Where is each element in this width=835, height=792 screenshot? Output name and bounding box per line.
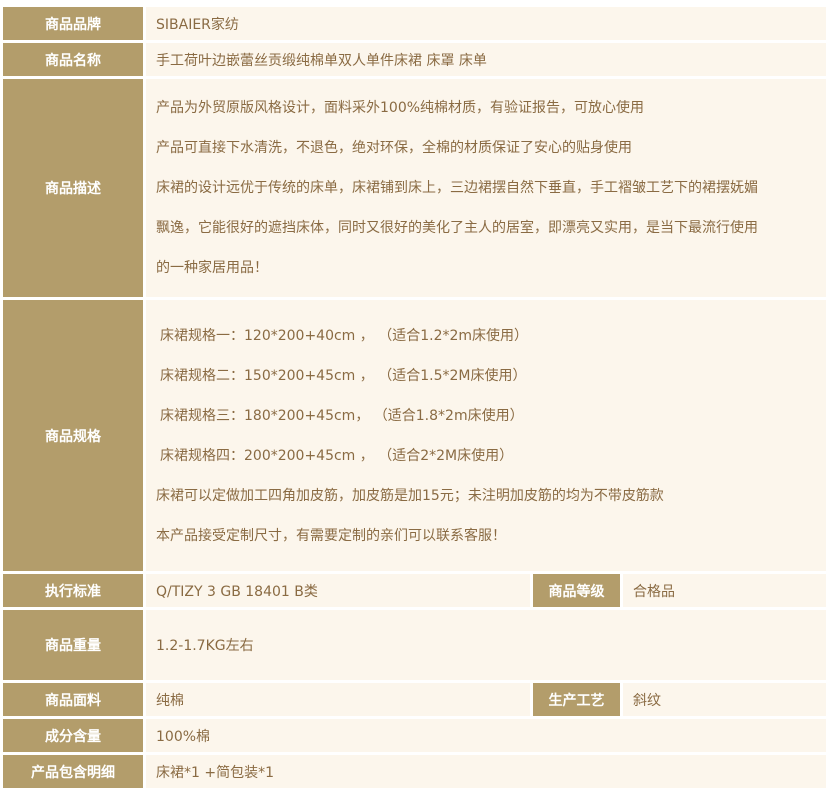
label-fabric: 商品面料 bbox=[3, 683, 143, 716]
desc-line: 床裙的设计远优于传统的床单，床裙铺到床上，三边裙摆自然下垂直，手工褶皱工艺下的裙… bbox=[156, 180, 758, 196]
row-fabric: 商品面料 纯棉 生产工艺 斜纹 bbox=[3, 683, 826, 716]
row-package: 产品包含明细 床裙*1 +简包装*1 bbox=[3, 755, 826, 788]
row-weight: 商品重量 1.2-1.7KG左右 bbox=[3, 610, 826, 680]
row-description: 商品描述 产品为外贸原版风格设计，面料采外100%纯棉材质，有验证报告，可放心使… bbox=[3, 79, 826, 297]
value-weight: 1.2-1.7KG左右 bbox=[146, 610, 826, 680]
value-craft: 斜纹 bbox=[623, 683, 826, 716]
spec-line: 本产品接受定制尺寸，有需要定制的亲们可以联系客服！ bbox=[156, 528, 506, 544]
label-craft: 生产工艺 bbox=[533, 683, 620, 716]
label-standard: 执行标准 bbox=[3, 574, 143, 607]
spec-line: 床裙规格四：200*200+45cm ， （适合2*2M床使用） bbox=[160, 448, 514, 464]
row-standard: 执行标准 Q/TIZY 3 GB 18401 B类 商品等级 合格品 bbox=[3, 574, 826, 607]
label-content: 成分含量 bbox=[3, 719, 143, 752]
value-name: 手工荷叶边嵌蕾丝贡缎纯棉单双人单件床裙 床罩 床单 bbox=[146, 43, 826, 76]
row-brand: 商品品牌 SIBAIER家纺 bbox=[3, 7, 826, 40]
row-spec: 商品规格 床裙规格一：120*200+40cm ， （适合1.2*2m床使用） … bbox=[3, 300, 826, 571]
value-description: 产品为外贸原版风格设计，面料采外100%纯棉材质，有验证报告，可放心使用 产品可… bbox=[146, 79, 826, 297]
spec-line: 床裙规格一：120*200+40cm ， （适合1.2*2m床使用） bbox=[160, 328, 529, 344]
label-description: 商品描述 bbox=[3, 79, 143, 297]
label-spec: 商品规格 bbox=[3, 300, 143, 571]
value-grade: 合格品 bbox=[623, 574, 826, 607]
value-fabric: 纯棉 bbox=[146, 683, 530, 716]
value-standard: Q/TIZY 3 GB 18401 B类 bbox=[146, 574, 530, 607]
spec-line: 床裙规格三：180*200+45cm， （适合1.8*2m床使用） bbox=[160, 408, 524, 424]
value-spec: 床裙规格一：120*200+40cm ， （适合1.2*2m床使用） 床裙规格二… bbox=[146, 300, 826, 571]
desc-line: 产品为外贸原版风格设计，面料采外100%纯棉材质，有验证报告，可放心使用 bbox=[156, 100, 645, 116]
row-name: 商品名称 手工荷叶边嵌蕾丝贡缎纯棉单双人单件床裙 床罩 床单 bbox=[3, 43, 826, 76]
value-package: 床裙*1 +简包装*1 bbox=[146, 755, 826, 788]
spec-line: 床裙规格二：150*200+45cm ， （适合1.5*2M床使用） bbox=[160, 368, 527, 384]
desc-line: 的一种家居用品！ bbox=[156, 260, 268, 276]
value-content: 100%棉 bbox=[146, 719, 826, 752]
label-brand: 商品品牌 bbox=[3, 7, 143, 40]
label-name: 商品名称 bbox=[3, 43, 143, 76]
desc-line: 飘逸，它能很好的遮挡床体，同时又很好的美化了主人的居室，即漂亮又实用，是当下最流… bbox=[156, 220, 758, 236]
label-weight: 商品重量 bbox=[3, 610, 143, 680]
desc-line: 产品可直接下水清洗，不退色，绝对环保，全棉的材质保证了安心的贴身使用 bbox=[156, 140, 632, 156]
label-package: 产品包含明细 bbox=[3, 755, 143, 788]
spec-line: 床裙可以定做加工四角加皮筋，加皮筋是加15元；未注明加皮筋的均为不带皮筋款 bbox=[156, 488, 664, 504]
value-brand: SIBAIER家纺 bbox=[146, 7, 826, 40]
label-grade: 商品等级 bbox=[533, 574, 620, 607]
row-content: 成分含量 100%棉 bbox=[3, 719, 826, 752]
